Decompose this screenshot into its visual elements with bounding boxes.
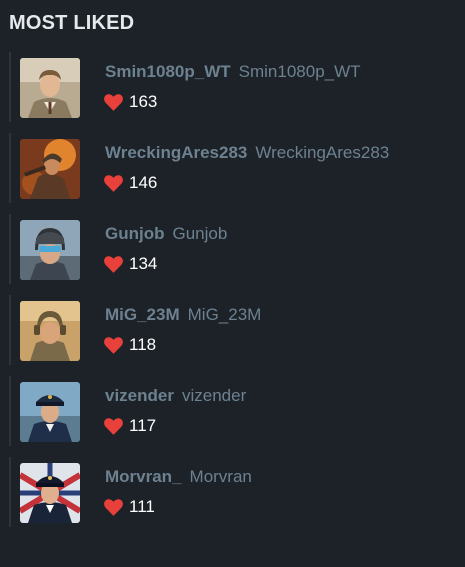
display-name: Gunjob <box>172 224 228 243</box>
likes: 163 <box>104 91 157 113</box>
user-names: vizender vizender <box>105 385 405 407</box>
row-divider <box>9 457 11 527</box>
list-item: Morvran_ Morvran 111 <box>0 457 465 527</box>
like-count: 111 <box>129 497 155 516</box>
like-count: 117 <box>129 416 157 435</box>
row-divider <box>9 133 11 203</box>
soldier-portrait-icon[interactable] <box>20 139 80 199</box>
row-divider <box>9 214 11 284</box>
heart-icon <box>104 417 123 435</box>
officer-portrait-icon[interactable] <box>20 58 80 118</box>
heart-icon <box>104 174 123 192</box>
like-count: 118 <box>129 335 157 354</box>
heart-icon <box>104 255 123 273</box>
user-names: MiG_23M MiG_23M <box>105 304 405 326</box>
list-item: vizender vizender 117 <box>0 376 465 446</box>
row-divider <box>9 295 11 365</box>
username-link[interactable]: vizender <box>105 386 174 405</box>
display-name: MiG_23M <box>187 305 262 324</box>
tank-helmet-portrait-icon[interactable] <box>20 301 80 361</box>
most-liked-panel: MOST LIKED Smin1080p_WT Smin1080p_WT 163… <box>0 0 465 567</box>
username-link[interactable]: WreckingAres283 <box>105 143 247 162</box>
heart-icon <box>104 93 123 111</box>
likes: 111 <box>104 496 155 518</box>
like-count: 163 <box>129 92 158 111</box>
user-names: Gunjob Gunjob <box>105 223 405 245</box>
likes: 117 <box>104 415 156 437</box>
display-name: WreckingAres283 <box>255 143 390 162</box>
like-count: 146 <box>129 173 158 192</box>
user-list: Smin1080p_WT Smin1080p_WT 163 WreckingAr… <box>0 52 465 538</box>
username-link[interactable]: Gunjob <box>105 224 164 243</box>
username-link[interactable]: MiG_23M <box>105 305 180 324</box>
like-count: 134 <box>129 254 158 273</box>
likes: 118 <box>104 334 156 356</box>
list-item: MiG_23M MiG_23M 118 <box>0 295 465 365</box>
list-item: Smin1080p_WT Smin1080p_WT 163 <box>0 52 465 122</box>
username-link[interactable]: Morvran_ <box>105 467 182 486</box>
display-name: Morvran <box>189 467 252 486</box>
likes: 134 <box>104 253 157 275</box>
naval-officer-portrait-icon[interactable] <box>20 382 80 442</box>
display-name: Smin1080p_WT <box>238 62 361 81</box>
list-item: WreckingAres283 WreckingAres283 146 <box>0 133 465 203</box>
pilot-helmet-portrait-icon[interactable] <box>20 220 80 280</box>
user-names: Morvran_ Morvran <box>105 466 405 488</box>
user-names: WreckingAres283 WreckingAres283 <box>105 142 405 164</box>
list-item: Gunjob Gunjob 134 <box>0 214 465 284</box>
heart-icon <box>104 336 123 354</box>
heart-icon <box>104 498 123 516</box>
user-names: Smin1080p_WT Smin1080p_WT <box>105 61 405 83</box>
likes: 146 <box>104 172 157 194</box>
row-divider <box>9 376 11 446</box>
display-name: vizender <box>181 386 247 405</box>
section-title: MOST LIKED <box>9 12 135 34</box>
row-divider <box>9 52 11 122</box>
navy-captain-portrait-icon[interactable] <box>20 463 80 523</box>
username-link[interactable]: Smin1080p_WT <box>105 62 231 81</box>
